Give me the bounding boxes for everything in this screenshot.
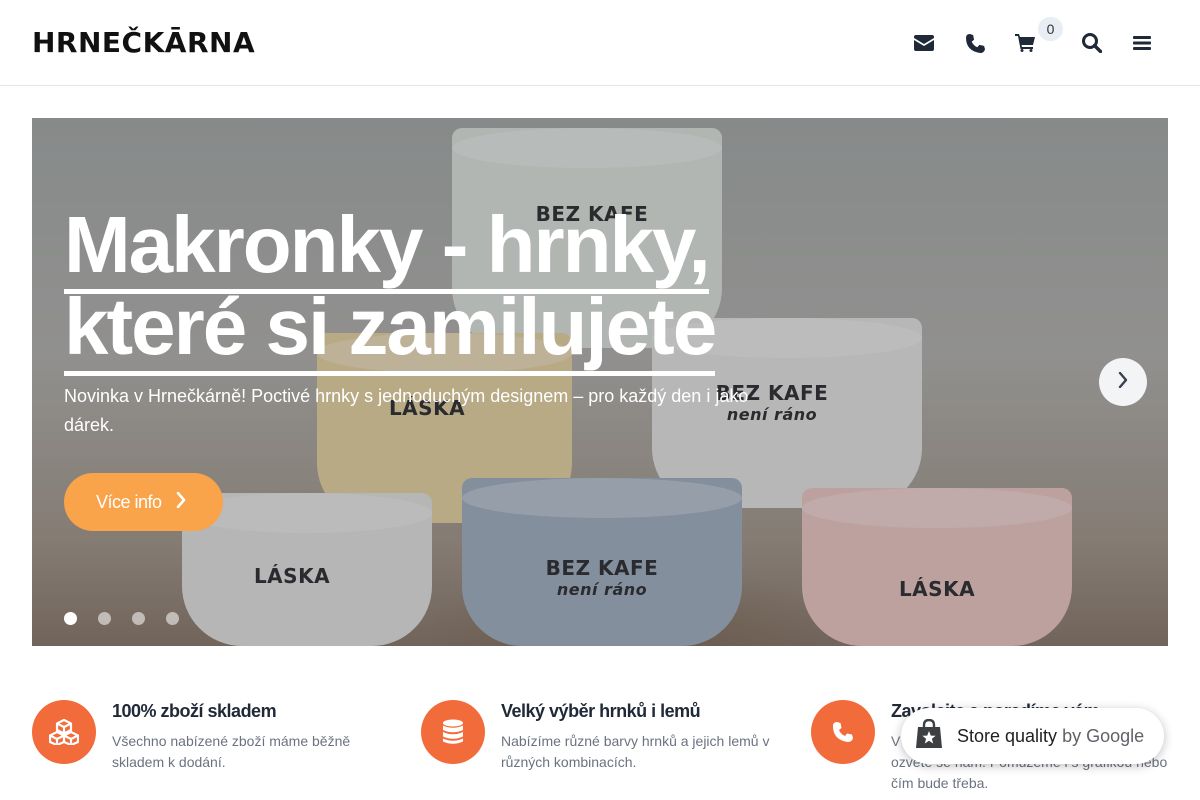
cart-icon[interactable]: [1008, 26, 1042, 60]
feature-description: Nabízíme různé barvy hrnků a jejich lemů…: [501, 733, 770, 770]
feature-title: 100% zboží skladem: [112, 701, 277, 721]
hero-slider: BEZ KAFE BEZ KAFE není ráno LÁSKA BEZ KAF…: [32, 118, 1168, 646]
chevron-right-icon: [176, 491, 186, 513]
slider-dots: [64, 612, 179, 625]
hero-subtitle: Novinka v Hrnečkárně! Poctivé hrnky s je…: [64, 386, 749, 435]
slider-next-button[interactable]: [1099, 358, 1147, 406]
slider-dot-1[interactable]: [64, 612, 77, 625]
database-icon: [421, 700, 485, 764]
hero-title: Makronky - hrnky, které si zamilujete: [64, 200, 717, 376]
slider-dot-3[interactable]: [132, 612, 145, 625]
cart-count-badge: 0: [1038, 17, 1063, 41]
phone-icon[interactable]: [958, 26, 992, 60]
envelope-icon[interactable]: [907, 26, 941, 60]
hero-title-line: které si zamilujete: [64, 282, 717, 376]
phone-icon: [811, 700, 875, 764]
menu-icon[interactable]: [1125, 26, 1159, 60]
more-info-label: Více info: [96, 491, 162, 512]
logo[interactable]: HRNEČKĀRNA: [32, 25, 255, 61]
hero-title-line: Makronky - hrnky,: [64, 200, 711, 294]
search-icon[interactable]: [1075, 26, 1109, 60]
slider-dot-2[interactable]: [98, 612, 111, 625]
shopping-bag-star-icon: [915, 718, 943, 754]
site-header: HRNEČKĀRNA 0: [0, 0, 1200, 86]
store-quality-badge[interactable]: Store quality by Google: [901, 708, 1164, 764]
slider-dot-4[interactable]: [166, 612, 179, 625]
more-info-button[interactable]: Více info: [64, 473, 223, 531]
feature-title: Velký výběr hrnků i lemů: [501, 701, 701, 721]
chevron-right-icon: [1118, 371, 1128, 393]
store-quality-label: Store quality by Google: [957, 725, 1145, 746]
cubes-icon: [32, 700, 96, 764]
feature-description: Všechno nabízené zboží máme běžně sklade…: [112, 733, 351, 770]
